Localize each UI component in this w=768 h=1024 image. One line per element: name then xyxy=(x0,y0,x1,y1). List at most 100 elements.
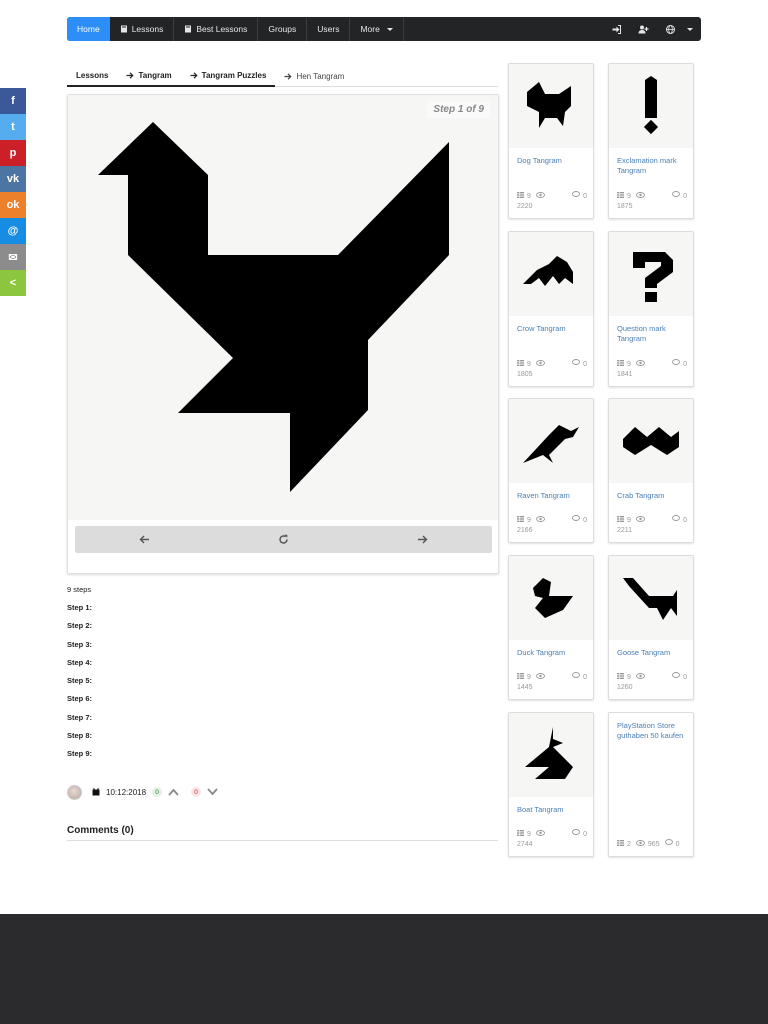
step-item: Step 5: xyxy=(67,676,93,686)
facebook-share-button[interactable]: f xyxy=(0,88,26,114)
globe-icon xyxy=(666,24,675,34)
lesson-thumbnail[interactable] xyxy=(509,399,593,483)
breadcrumb: Lessons Tangram Tangram Puzzles Hen Tang… xyxy=(67,66,498,87)
lesson-card-title[interactable]: Crow Tangram xyxy=(509,316,593,350)
page-footer xyxy=(0,914,768,1024)
pinterest-share-button[interactable]: p xyxy=(0,140,26,166)
list-icon xyxy=(617,672,624,683)
nav-home-label: Home xyxy=(77,24,100,34)
step-count: 9 xyxy=(527,830,531,838)
lesson-thumbnail[interactable] xyxy=(509,232,593,316)
list-icon xyxy=(617,359,624,370)
eye-icon xyxy=(635,191,645,202)
twitter-share-button[interactable]: t xyxy=(0,114,26,140)
lesson-card[interactable]: Dog Tangram 9 0 2220 xyxy=(508,63,594,219)
mail-share-button[interactable]: @ xyxy=(0,218,26,244)
eye-icon xyxy=(635,672,645,683)
lesson-thumbnail[interactable] xyxy=(509,713,593,797)
page: Home Lessons Best Lessons Groups Users M… xyxy=(0,0,768,1024)
eye-icon xyxy=(635,839,645,850)
lesson-card[interactable]: Question mark Tangram 9 0 1841 xyxy=(608,231,694,387)
tangram-thumbnail-image xyxy=(523,425,579,463)
previous-step-button[interactable] xyxy=(75,526,214,553)
lesson-thumbnail[interactable] xyxy=(509,556,593,640)
lesson-card[interactable]: Crow Tangram 9 0 1805 xyxy=(508,231,594,387)
comment-icon xyxy=(572,191,581,202)
nav-groups-label: Groups xyxy=(268,24,297,34)
list-icon xyxy=(517,672,524,683)
register-button[interactable] xyxy=(629,17,657,41)
lesson-thumbnail[interactable] xyxy=(609,556,693,640)
lesson-card-title[interactable]: Boat Tangram xyxy=(509,797,593,831)
lesson-card[interactable]: Crab Tangram 9 0 2211 xyxy=(608,398,694,543)
lesson-card-title[interactable]: Crab Tangram xyxy=(609,483,693,517)
lesson-card[interactable]: Raven Tangram 9 0 2166 xyxy=(508,398,594,543)
nav-best-lessons[interactable]: Best Lessons xyxy=(174,17,259,41)
step-count: 9 xyxy=(627,192,631,200)
lesson-card-title[interactable]: Raven Tangram xyxy=(509,483,593,517)
lesson-card[interactable]: Boat Tangram 9 0 2744 xyxy=(508,712,594,857)
list-icon xyxy=(517,191,524,202)
lesson-thumbnail[interactable] xyxy=(609,64,693,148)
lesson-card-stats: 2 965 0 xyxy=(617,839,687,850)
lesson-card[interactable]: PlayStation Store guthaben 50 kaufen 2 965… xyxy=(608,712,694,857)
lesson-card-title[interactable]: Goose Tangram xyxy=(609,640,693,674)
next-step-button[interactable] xyxy=(353,526,492,553)
lesson-card[interactable]: Exclamation mark Tangram 9 0 1875 xyxy=(608,63,694,219)
share-icon: < xyxy=(9,277,17,289)
step-count: 2 xyxy=(627,840,631,848)
book-icon xyxy=(184,25,192,33)
odnoklassniki-share-button[interactable]: ok xyxy=(0,192,26,218)
view-count: 2744 xyxy=(517,841,533,848)
lesson-card-title[interactable]: PlayStation Store guthaben 50 kaufen xyxy=(609,713,693,741)
nav-lessons[interactable]: Lessons xyxy=(110,17,175,41)
lesson-thumbnail[interactable] xyxy=(509,64,593,148)
list-icon xyxy=(617,839,624,850)
tangram-thumbnail-image xyxy=(527,82,571,128)
arrow-right-icon xyxy=(190,72,198,79)
step-item: Step 1: xyxy=(67,603,93,612)
nav-groups[interactable]: Groups xyxy=(258,17,308,41)
language-dropdown[interactable] xyxy=(657,17,701,41)
email-share-button[interactable]: ✉ xyxy=(0,244,26,270)
breadcrumb-tangram[interactable]: Tangram xyxy=(117,66,181,87)
lesson-card-title[interactable]: Exclamation mark Tangram xyxy=(609,148,693,182)
comment-count: 0 xyxy=(583,516,587,524)
nav-users-label: Users xyxy=(317,24,340,34)
list-icon xyxy=(617,515,624,526)
lesson-card-title[interactable]: Dog Tangram xyxy=(509,148,593,182)
lesson-card[interactable]: Goose Tangram 9 0 1260 xyxy=(608,555,694,700)
lesson-card-title[interactable]: Duck Tangram xyxy=(509,640,593,674)
caret-down-icon xyxy=(687,27,693,31)
lesson-thumbnail[interactable] xyxy=(609,399,693,483)
sign-in-icon xyxy=(612,24,621,34)
odnoklassniki-icon: ok xyxy=(6,199,20,211)
vk-share-button[interactable]: vk xyxy=(0,166,26,192)
author-avatar[interactable] xyxy=(67,784,82,800)
step-count: 9 xyxy=(527,673,531,681)
lesson-card[interactable]: Duck Tangram 9 0 1445 xyxy=(508,555,594,700)
nav-home[interactable]: Home xyxy=(67,17,110,41)
pinterest-icon: p xyxy=(9,147,17,159)
lesson-thumbnail[interactable] xyxy=(609,232,693,316)
lesson-card-title[interactable]: Question mark Tangram xyxy=(609,316,693,350)
breadcrumb-tangram-puzzles[interactable]: Tangram Puzzles xyxy=(180,66,276,87)
step-item: Step 6: xyxy=(67,694,93,704)
nav-users[interactable]: Users xyxy=(307,17,351,41)
steps-list: 9 steps Step 1: Step 2: Step 3: Step 4: Step… xyxy=(67,585,92,768)
reset-button[interactable] xyxy=(214,526,353,553)
puzzle-canvas[interactable]: Step 1 of 9 xyxy=(68,95,498,520)
step-count: 9 xyxy=(527,516,531,524)
upvote-button[interactable] xyxy=(168,788,179,796)
breadcrumb-lessons[interactable]: Lessons xyxy=(67,66,118,87)
login-button[interactable] xyxy=(603,17,629,41)
downvote-button[interactable] xyxy=(207,788,218,796)
tangram-thumbnail-image xyxy=(623,427,679,455)
nav-more-dropdown[interactable]: More xyxy=(350,17,404,41)
twitter-icon: t xyxy=(11,121,15,133)
book-icon xyxy=(120,25,128,33)
share-share-button[interactable]: < xyxy=(0,270,26,296)
eye-icon xyxy=(535,829,545,840)
comment-count: 0 xyxy=(683,673,687,681)
list-icon xyxy=(517,829,524,840)
